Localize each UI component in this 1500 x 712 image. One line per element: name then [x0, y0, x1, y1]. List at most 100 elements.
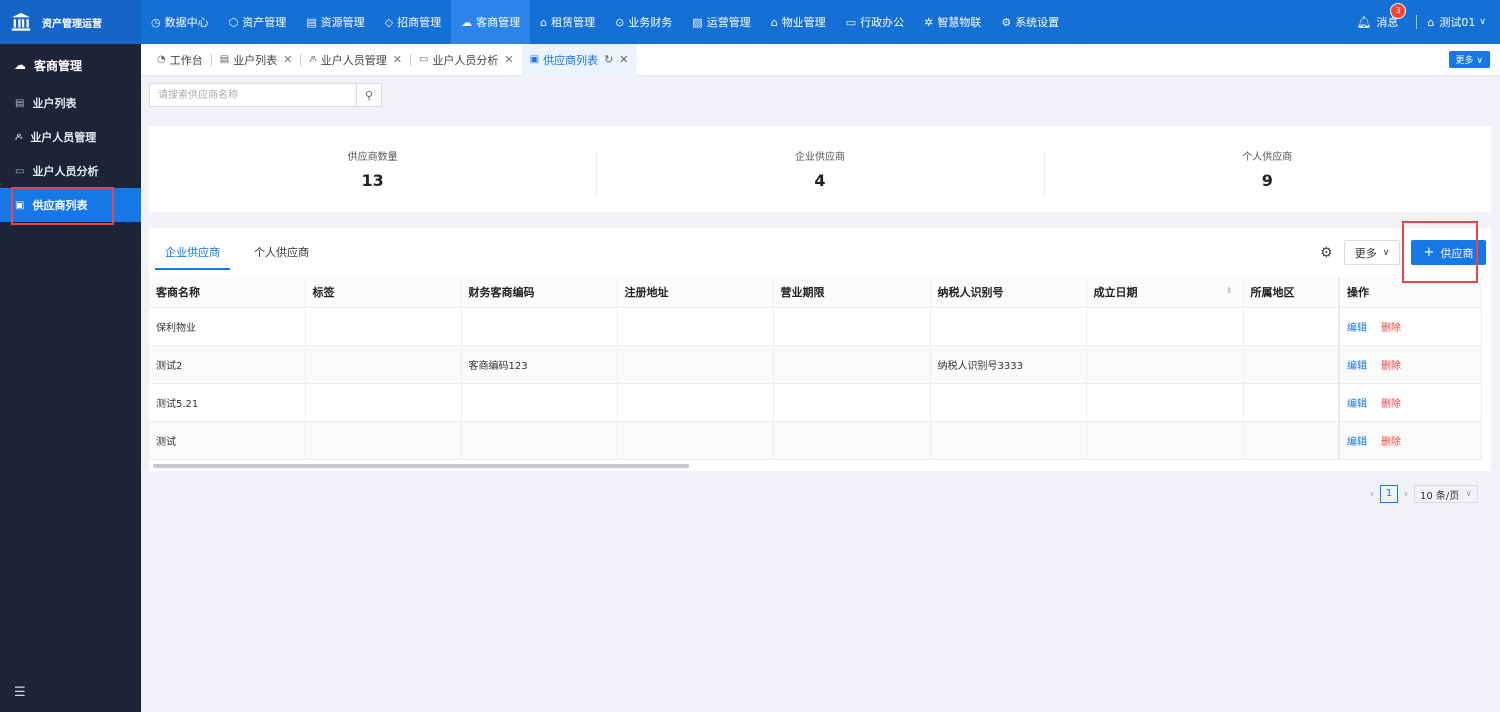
sort-icon[interactable]: ⇕	[1226, 286, 1233, 295]
edit-link[interactable]: 编辑	[1347, 437, 1367, 448]
sidebar-item-tenant-staff[interactable]: ዶ 业户人员管理	[0, 120, 141, 154]
column-header[interactable]: 财务客商编码	[461, 277, 618, 308]
page-size-select[interactable]: 10 条/页 ∨	[1414, 485, 1478, 503]
bank-logo-icon	[11, 12, 31, 31]
delete-link[interactable]: 删除	[1381, 323, 1401, 334]
stat-supplier-count: 供应商数量 13	[149, 148, 596, 190]
cloud-user-icon: ☁	[461, 15, 473, 29]
nav-item-office[interactable]: ▭ 行政办公	[836, 0, 914, 44]
column-header[interactable]: 所属地区	[1243, 277, 1340, 308]
edit-link[interactable]: 编辑	[1347, 323, 1367, 334]
monitor-icon: ▭	[15, 165, 25, 177]
nav-label: 运营管理	[706, 16, 751, 29]
sidebar-item-tenant-list[interactable]: ▤ 业户列表	[0, 86, 141, 120]
tab-workbench[interactable]: ◔ 工作台	[149, 44, 211, 76]
column-header[interactable]: 客商名称	[149, 277, 306, 308]
cell-actions: 编辑 删除	[1338, 307, 1482, 346]
gear-icon: ⚙	[1001, 15, 1012, 29]
tab-tenant-staff[interactable]: ዶ 业户人员管理 ✕	[301, 44, 410, 76]
close-icon[interactable]: ✕	[393, 53, 402, 66]
tag-icon: ◇	[384, 15, 394, 29]
cell-name: 测试	[149, 421, 306, 460]
document-icon: ▤	[219, 54, 230, 65]
tab-enterprise-supplier[interactable]: 企业供应商	[155, 240, 230, 270]
nav-item-resource[interactable]: ▤ 资源管理	[296, 0, 374, 44]
nav-item-finance[interactable]: ⊙ 业务财务	[605, 0, 682, 44]
cell-tax-id	[930, 383, 1087, 422]
nav-item-lease[interactable]: ⌂ 租赁管理	[530, 0, 605, 44]
column-header-sortable[interactable]: 成立日期 ⇕	[1086, 277, 1244, 308]
prev-page-icon[interactable]: ‹	[1370, 489, 1374, 500]
nav-label: 系统设置	[1015, 16, 1060, 29]
delete-link[interactable]: 删除	[1381, 437, 1401, 448]
supplier-table-panel: 企业供应商 个人供应商 ⚙ 更多 ∨ + 供应商 客商名称 标签 财务客商编码 注册…	[149, 228, 1491, 471]
column-header[interactable]: 营业期限	[773, 277, 931, 308]
nav-label: 客商管理	[476, 16, 521, 29]
stat-label: 企业供应商	[794, 152, 845, 163]
sidebar-item-tenant-analysis[interactable]: ▭ 业户人员分析	[0, 154, 141, 188]
nav-label: 资产管理	[242, 16, 287, 29]
refresh-icon[interactable]: ↻	[604, 53, 613, 66]
cell-tag	[305, 307, 462, 346]
next-page-icon[interactable]: ›	[1404, 489, 1408, 500]
nav-item-asset[interactable]: ⬡ 资产管理	[219, 0, 297, 44]
column-header[interactable]: 纳税人识别号	[930, 277, 1087, 308]
cloud-user-icon: ☁	[14, 58, 26, 72]
nav-item-settings[interactable]: ⚙ 系统设置	[991, 0, 1069, 44]
close-icon[interactable]: ✕	[283, 53, 292, 66]
tab-label: 业户人员分析	[432, 53, 499, 67]
nav-item-operation[interactable]: ▧ 运营管理	[682, 0, 760, 44]
settings-gear-icon[interactable]: ⚙	[1320, 245, 1333, 261]
atom-icon: ✲	[924, 15, 934, 29]
close-icon[interactable]: ✕	[619, 53, 628, 66]
search-button[interactable]: ⚲	[356, 84, 381, 106]
tab-supplier-list[interactable]: ▣ 供应商列表 ↻ ✕	[521, 43, 637, 76]
pagination: ‹ 1 › 10 条/页 ∨	[1370, 485, 1478, 503]
cell-address	[617, 421, 774, 460]
house-icon: ⌂	[540, 15, 548, 29]
supplier-type-tabs: 企业供应商 个人供应商	[155, 240, 333, 270]
add-supplier-button[interactable]: + 供应商	[1411, 240, 1486, 265]
messages-button[interactable]: 🔔︎ 消息 3	[1356, 3, 1407, 30]
chevron-down-icon: ∨	[1465, 489, 1472, 499]
more-dropdown[interactable]: 更多 ∨	[1344, 240, 1400, 265]
delete-link[interactable]: 删除	[1381, 399, 1401, 410]
stat-label: 个人供应商	[1242, 152, 1293, 163]
stat-label: 供应商数量	[347, 152, 398, 163]
page-number[interactable]: 1	[1380, 485, 1398, 503]
nav-item-property[interactable]: ⌂ 物业管理	[761, 0, 836, 44]
user-menu[interactable]: ⌂ 测试01 ∨	[1427, 14, 1486, 30]
column-label: 成立日期	[1093, 285, 1138, 299]
stat-individual-supplier: 个人供应商 9	[1043, 148, 1491, 196]
search-input[interactable]	[150, 84, 356, 106]
close-icon[interactable]: ✕	[504, 53, 513, 66]
nav-item-data-center[interactable]: ◷ 数据中心	[141, 0, 219, 44]
edit-link[interactable]: 编辑	[1347, 399, 1367, 410]
delete-link[interactable]: 删除	[1381, 361, 1401, 372]
tab-tenant-analysis[interactable]: ▭ 业户人员分析 ✕	[411, 44, 522, 76]
tab-tenant-list[interactable]: ▤ 业户列表 ✕	[212, 44, 301, 76]
nav-label: 物业管理	[781, 16, 826, 29]
document-icon: ▤	[15, 97, 25, 109]
nav-item-merchant[interactable]: ☁ 客商管理	[451, 0, 531, 44]
edit-link[interactable]: 编辑	[1347, 361, 1367, 372]
stat-value: 9	[1261, 171, 1273, 190]
column-header[interactable]: 注册地址	[617, 277, 774, 308]
sidebar-item-supplier-list[interactable]: ▣ 供应商列表	[0, 188, 141, 222]
collapse-menu-icon[interactable]: ☰	[14, 685, 26, 700]
horizontal-scrollbar[interactable]	[153, 464, 689, 468]
cell-address	[617, 307, 774, 346]
more-label: 更多	[1354, 246, 1377, 260]
cell-address	[617, 345, 774, 384]
table-row: 测试5.21 编辑 删除	[149, 383, 1482, 422]
brand[interactable]: 资产管理运营	[0, 0, 141, 44]
bank-icon: ⌂	[1427, 15, 1435, 29]
nav-item-iot[interactable]: ✲ 智慧物联	[914, 0, 991, 44]
cell-name: 测试5.21	[149, 383, 306, 422]
tab-individual-supplier[interactable]: 个人供应商	[244, 240, 319, 270]
column-header[interactable]: 标签	[305, 277, 462, 308]
cell-tax-id	[930, 421, 1087, 460]
cell-term	[773, 345, 931, 384]
nav-item-investment[interactable]: ◇ 招商管理	[375, 0, 451, 44]
tabs-more-button[interactable]: 更多 ∨	[1448, 51, 1490, 68]
